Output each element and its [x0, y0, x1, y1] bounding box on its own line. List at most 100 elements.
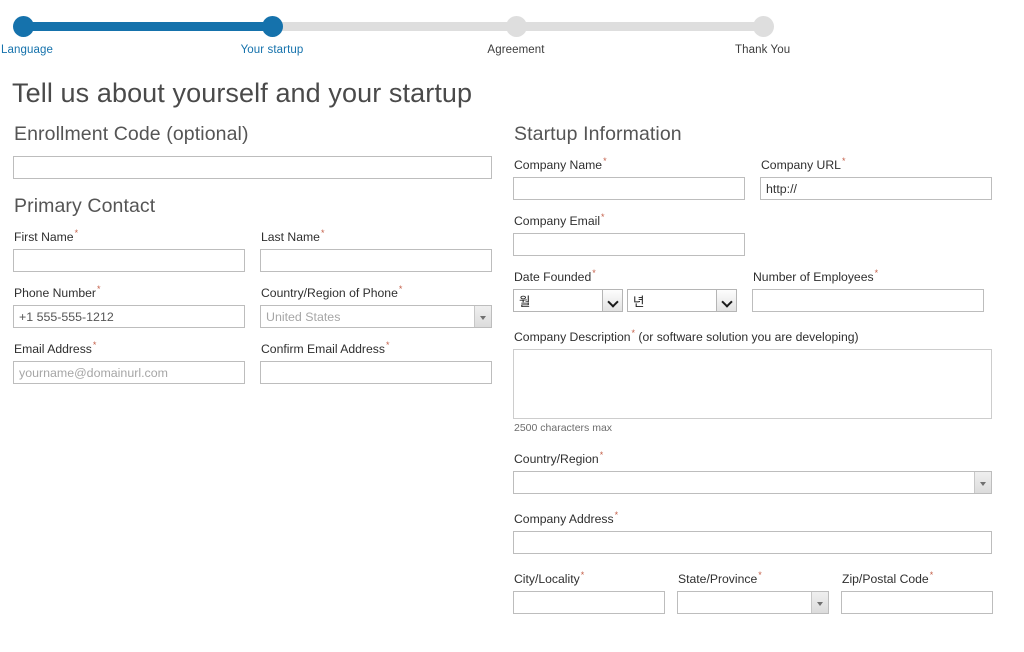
state-combobox[interactable]: [677, 591, 829, 615]
required-asterisk: *: [599, 450, 604, 461]
country-region-input[interactable]: [514, 472, 974, 494]
company-url-input[interactable]: [760, 177, 992, 201]
email-address-label-text: Email Address: [14, 342, 92, 357]
step-dot-icon: [505, 16, 527, 37]
country-of-phone-input[interactable]: [261, 306, 474, 328]
last-name-field: Last Name*: [260, 228, 492, 273]
required-asterisk: *: [929, 570, 934, 581]
company-name-label: Company Name*: [514, 156, 760, 172]
year-select-value: 년: [633, 293, 645, 309]
company-address-label: Company Address*: [514, 510, 1013, 526]
city-label: City/Locality*: [514, 570, 677, 586]
email-address-field: Email Address*: [13, 340, 260, 385]
date-founded-field: Date Founded* 월 년: [513, 268, 752, 313]
step-dot-icon: [752, 16, 774, 37]
required-asterisk: *: [874, 268, 879, 279]
required-asterisk: *: [385, 340, 390, 351]
right-column: Startup Information Company Name* Compan…: [505, 123, 1013, 615]
stepper-step-label: Agreement: [487, 44, 545, 56]
city-input[interactable]: [513, 591, 665, 615]
required-asterisk: *: [580, 570, 585, 581]
first-name-input[interactable]: [13, 249, 245, 273]
country-region-label-text: Country/Region: [514, 452, 599, 467]
required-asterisk: *: [603, 156, 607, 166]
zip-label-text: Zip/Postal Code: [842, 572, 929, 587]
confirm-email-input[interactable]: [260, 361, 492, 385]
stepper-step-thank-you[interactable]: Thank You: [683, 0, 843, 56]
company-address-input[interactable]: [513, 531, 992, 555]
state-input[interactable]: [678, 592, 811, 614]
stepper-step-agreement[interactable]: Agreement: [436, 0, 596, 56]
confirm-email-field: Confirm Email Address*: [260, 340, 492, 385]
company-description-hint: 2500 characters max: [514, 422, 613, 435]
chevron-down-icon[interactable]: [974, 472, 991, 494]
email-address-label: Email Address*: [14, 340, 260, 356]
country-of-phone-label: Country/Region of Phone*: [261, 284, 492, 300]
stepper-step-your-startup[interactable]: Your startup: [192, 0, 352, 56]
company-description-label: Company Description* (or software soluti…: [514, 328, 1013, 344]
required-asterisk: *: [398, 284, 403, 295]
company-description-field: Company Description* (or software soluti…: [513, 328, 1013, 434]
email-row: Email Address* Confirm Email Address*: [13, 340, 505, 385]
enrollment-code-section-title: Enrollment Code (optional): [14, 123, 249, 145]
required-asterisk: *: [92, 340, 97, 351]
phone-number-input[interactable]: [13, 305, 245, 329]
date-founded-month-select[interactable]: 월: [513, 289, 623, 313]
stepper-step-label: Thank You: [735, 44, 791, 56]
chevron-down-icon[interactable]: [474, 306, 491, 328]
last-name-label-text: Last Name: [261, 230, 320, 245]
company-name-input[interactable]: [513, 177, 745, 201]
country-region-label: Country/Region*: [514, 450, 1013, 466]
state-label: State/Province*: [678, 570, 841, 586]
number-of-employees-label-text: Number of Employees: [753, 270, 874, 285]
company-name-url-row: Company Name* Company URL*: [513, 156, 1013, 201]
last-name-label: Last Name*: [261, 228, 492, 244]
date-founded-year-select[interactable]: 년: [627, 289, 737, 313]
first-name-label: First Name*: [14, 228, 260, 244]
chevron-down-icon[interactable]: [811, 592, 828, 614]
chevron-down-icon[interactable]: [602, 290, 622, 312]
enrollment-code-input[interactable]: [13, 156, 492, 179]
page-title: Tell us about yourself and your startup: [12, 78, 473, 108]
left-column: Enrollment Code (optional) Primary Conta…: [0, 123, 505, 614]
phone-row: Phone Number* Country/Region of Phone*: [13, 284, 505, 329]
company-url-field: Company URL*: [760, 156, 992, 201]
stepper-step-label: Language: [1, 44, 53, 56]
required-asterisk: *: [614, 510, 619, 521]
country-region-field: Country/Region*: [513, 450, 1013, 495]
stepper-step-language[interactable]: Language: [0, 0, 103, 56]
country-of-phone-combobox[interactable]: [260, 305, 492, 329]
date-founded-label: Date Founded*: [514, 268, 752, 284]
city-field: City/Locality*: [513, 570, 677, 615]
company-email-field: Company Email*: [513, 212, 1013, 257]
date-founded-employees-row: Date Founded* 월 년 Number of Employees*: [513, 268, 1013, 313]
chevron-down-icon[interactable]: [716, 290, 736, 312]
stepper-track: [18, 22, 770, 31]
first-name-field: First Name*: [13, 228, 260, 273]
state-label-text: State/Province: [678, 572, 758, 587]
company-address-label-text: Company Address: [514, 512, 614, 527]
country-of-phone-label-text: Country/Region of Phone: [261, 286, 398, 301]
number-of-employees-input[interactable]: [752, 289, 984, 313]
company-description-label-suffix: (or software solution you are developing…: [635, 330, 859, 345]
required-asterisk: *: [601, 212, 605, 223]
phone-number-field: Phone Number*: [13, 284, 260, 329]
primary-contact-section-title: Primary Contact: [14, 195, 156, 217]
step-dot-icon: [261, 16, 283, 37]
zip-input[interactable]: [841, 591, 993, 615]
last-name-input[interactable]: [260, 249, 492, 273]
company-email-input[interactable]: [513, 233, 745, 257]
required-asterisk: *: [592, 268, 596, 279]
zip-label: Zip/Postal Code*: [842, 570, 993, 586]
month-select-value: 월: [519, 293, 531, 309]
company-name-field: Company Name*: [513, 156, 760, 201]
confirm-email-label: Confirm Email Address*: [261, 340, 492, 356]
date-founded-selects: 월 년: [513, 289, 752, 313]
startup-information-section-title: Startup Information: [514, 123, 682, 145]
required-asterisk: *: [74, 228, 79, 238]
phone-number-label: Phone Number*: [14, 284, 260, 300]
country-region-combobox[interactable]: [513, 471, 992, 495]
company-name-label-text: Company Name: [514, 158, 603, 173]
company-description-textarea[interactable]: [513, 349, 992, 420]
email-address-input[interactable]: [13, 361, 245, 385]
